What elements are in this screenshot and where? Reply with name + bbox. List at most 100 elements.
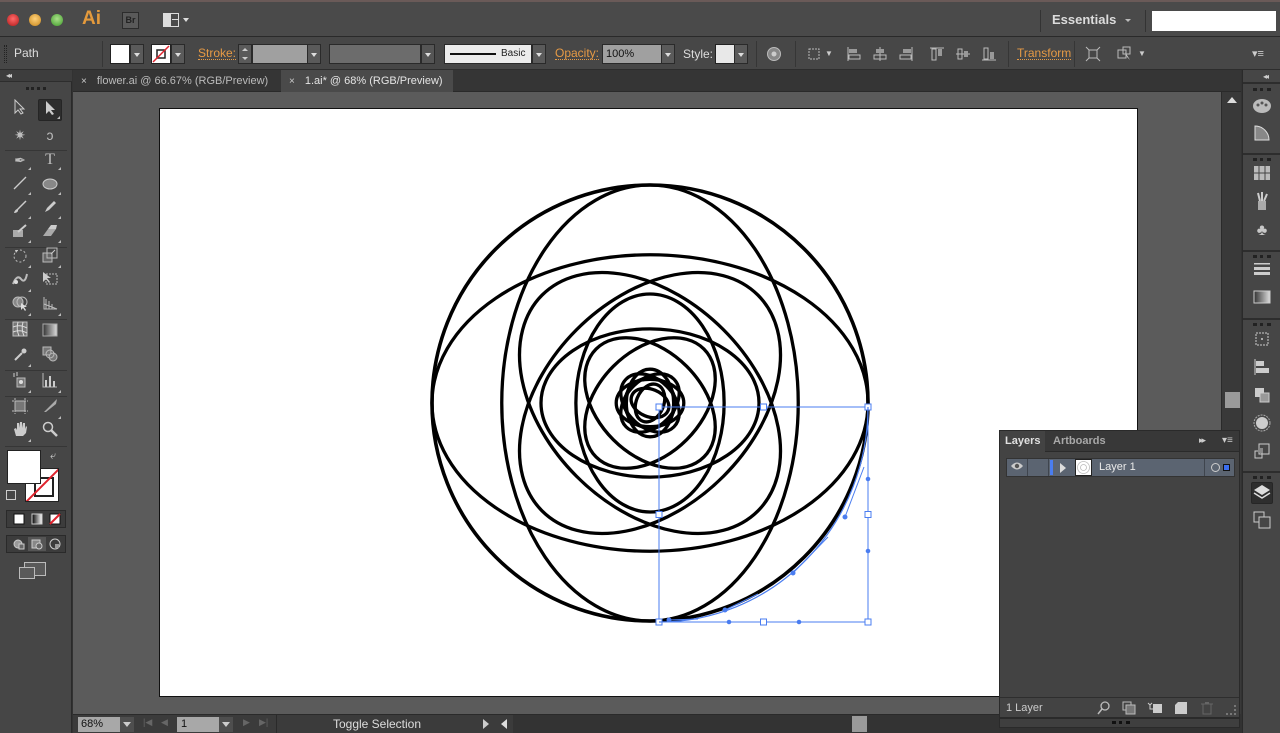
- bounding-box-handle[interactable]: [864, 618, 872, 626]
- scale-tool[interactable]: [38, 247, 62, 269]
- target-circle-icon[interactable]: [1211, 463, 1220, 472]
- gradient-tool[interactable]: [38, 321, 62, 343]
- perspective-grid-tool[interactable]: [38, 295, 62, 317]
- mesh-tool[interactable]: [8, 321, 32, 343]
- type-tool[interactable]: T: [38, 149, 62, 171]
- help-search-input[interactable]: [1152, 11, 1276, 31]
- grip-handle[interactable]: [1253, 476, 1271, 479]
- graphic-style-dropdown[interactable]: [734, 44, 748, 64]
- chevron-down-icon[interactable]: ▼: [1134, 46, 1150, 62]
- align-right-icon[interactable]: [898, 46, 914, 62]
- stroke-dropdown[interactable]: [171, 44, 185, 64]
- brush-definition-field[interactable]: Basic: [444, 44, 532, 64]
- make-clipping-mask-icon[interactable]: [1122, 701, 1136, 718]
- brush-dropdown[interactable]: [532, 44, 546, 64]
- artboard-dropdown[interactable]: [219, 717, 233, 732]
- align-top-icon[interactable]: [929, 46, 945, 62]
- selection-tool[interactable]: [8, 98, 32, 121]
- expand-panel-icon[interactable]: ▸▸: [1199, 435, 1206, 446]
- scroll-up-icon[interactable]: [1227, 97, 1237, 103]
- pen-tool[interactable]: ✒: [8, 149, 32, 171]
- hand-tool[interactable]: [8, 421, 32, 443]
- magic-wand-tool[interactable]: ✷: [8, 124, 32, 146]
- eraser-tool[interactable]: [38, 222, 62, 244]
- direction-handle-point[interactable]: [842, 514, 848, 520]
- swatches-icon[interactable]: [1251, 165, 1273, 187]
- tab-flower-ai[interactable]: × flower.ai @ 66.67% (RGB/Preview): [73, 70, 275, 92]
- control-panel-menu-icon[interactable]: ▾≡: [1250, 46, 1266, 62]
- zoom-level-field[interactable]: 68%: [78, 717, 120, 732]
- ellipse-tool[interactable]: [38, 174, 62, 196]
- direction-handle-line[interactable]: [792, 536, 829, 574]
- scrollbar-thumb[interactable]: [1225, 392, 1240, 408]
- gradient-button[interactable]: [28, 512, 46, 526]
- stroke-weight-stepper[interactable]: [238, 44, 252, 64]
- layer-row[interactable]: Layer 1: [1006, 458, 1235, 477]
- gradient-panel-icon[interactable]: [1251, 289, 1273, 311]
- stroke-weight-field[interactable]: [252, 44, 308, 64]
- artboards-panel-icon[interactable]: [1251, 511, 1273, 533]
- tab-1-ai[interactable]: × 1.ai* @ 68% (RGB/Preview): [281, 70, 453, 92]
- grip-handle[interactable]: [999, 718, 1240, 728]
- collapse-icon[interactable]: ◂◂: [6, 71, 12, 80]
- isolate-selected-icon[interactable]: [1085, 46, 1101, 62]
- free-transform-tool[interactable]: [38, 271, 62, 293]
- opacity-panel-link[interactable]: Opacity:: [555, 47, 600, 60]
- fill-swatch[interactable]: [7, 450, 41, 484]
- fill-color-swatch[interactable]: [110, 44, 130, 64]
- transform-panel-icon[interactable]: [1251, 330, 1273, 352]
- align-vertical-center-icon[interactable]: [955, 46, 971, 62]
- grip-handle[interactable]: [1253, 158, 1271, 161]
- color-panel-icon[interactable]: [1251, 96, 1273, 118]
- artboard-tool[interactable]: [8, 398, 32, 420]
- slice-tool[interactable]: [38, 398, 62, 420]
- previous-artboard-button[interactable]: ◀: [161, 717, 168, 728]
- chevron-down-icon[interactable]: ▼: [821, 46, 837, 62]
- width-profile-dropdown[interactable]: [421, 44, 435, 64]
- status-menu-icon[interactable]: [483, 719, 489, 729]
- bridge-button[interactable]: Br: [122, 12, 139, 29]
- direction-handle-point[interactable]: [666, 617, 672, 623]
- direction-handle-point[interactable]: [790, 570, 796, 576]
- direction-handle-point[interactable]: [865, 476, 871, 482]
- collapse-icon[interactable]: ◂◂: [1263, 72, 1269, 81]
- grip-handle[interactable]: [1253, 323, 1271, 326]
- workspace-switcher[interactable]: Essentials: [1052, 12, 1116, 27]
- close-tab-icon[interactable]: ×: [81, 76, 87, 87]
- bounding-box-handle[interactable]: [655, 511, 663, 518]
- line-segment-tool[interactable]: [8, 174, 32, 196]
- expand-layer-icon[interactable]: [1060, 463, 1066, 473]
- stroke-weight-dropdown[interactable]: [307, 44, 321, 64]
- brushes-icon[interactable]: [1251, 191, 1273, 213]
- make-envelope-icon[interactable]: [1116, 46, 1132, 62]
- graphic-styles-icon[interactable]: [1251, 442, 1273, 464]
- pencil-tool[interactable]: [38, 198, 62, 220]
- align-bottom-icon[interactable]: [981, 46, 997, 62]
- align-left-icon[interactable]: [846, 46, 862, 62]
- scroll-left-icon[interactable]: [501, 719, 507, 729]
- tools-panel-header[interactable]: ◂◂: [0, 70, 72, 82]
- direction-handle-point[interactable]: [796, 619, 802, 625]
- minimize-window-button[interactable]: [29, 14, 41, 26]
- grip-handle[interactable]: [1253, 88, 1271, 91]
- recolor-artwork-icon[interactable]: [766, 46, 782, 62]
- bounding-box-handle[interactable]: [655, 403, 663, 411]
- paintbrush-tool[interactable]: [8, 198, 32, 220]
- selection-indicator[interactable]: [1223, 464, 1230, 471]
- align-horizontal-center-icon[interactable]: [872, 46, 888, 62]
- bounding-box-handle[interactable]: [864, 511, 872, 518]
- layer-name[interactable]: Layer 1: [1099, 461, 1136, 473]
- column-graph-tool[interactable]: [38, 372, 62, 394]
- zoom-tool[interactable]: [38, 421, 62, 443]
- draw-behind-icon[interactable]: [28, 537, 46, 551]
- direction-handle-line[interactable]: [724, 593, 759, 611]
- align-to-selection-icon[interactable]: [806, 46, 822, 62]
- direct-selection-tool[interactable]: [38, 99, 62, 121]
- next-artboard-button[interactable]: ▶: [243, 717, 250, 728]
- resize-grip[interactable]: [1226, 705, 1236, 715]
- opacity-dropdown[interactable]: [661, 44, 675, 64]
- locate-object-icon[interactable]: [1097, 701, 1111, 718]
- default-fill-stroke-icon[interactable]: [6, 490, 16, 500]
- color-guide-icon[interactable]: [1251, 124, 1273, 146]
- layers-panel-icon[interactable]: [1251, 482, 1273, 504]
